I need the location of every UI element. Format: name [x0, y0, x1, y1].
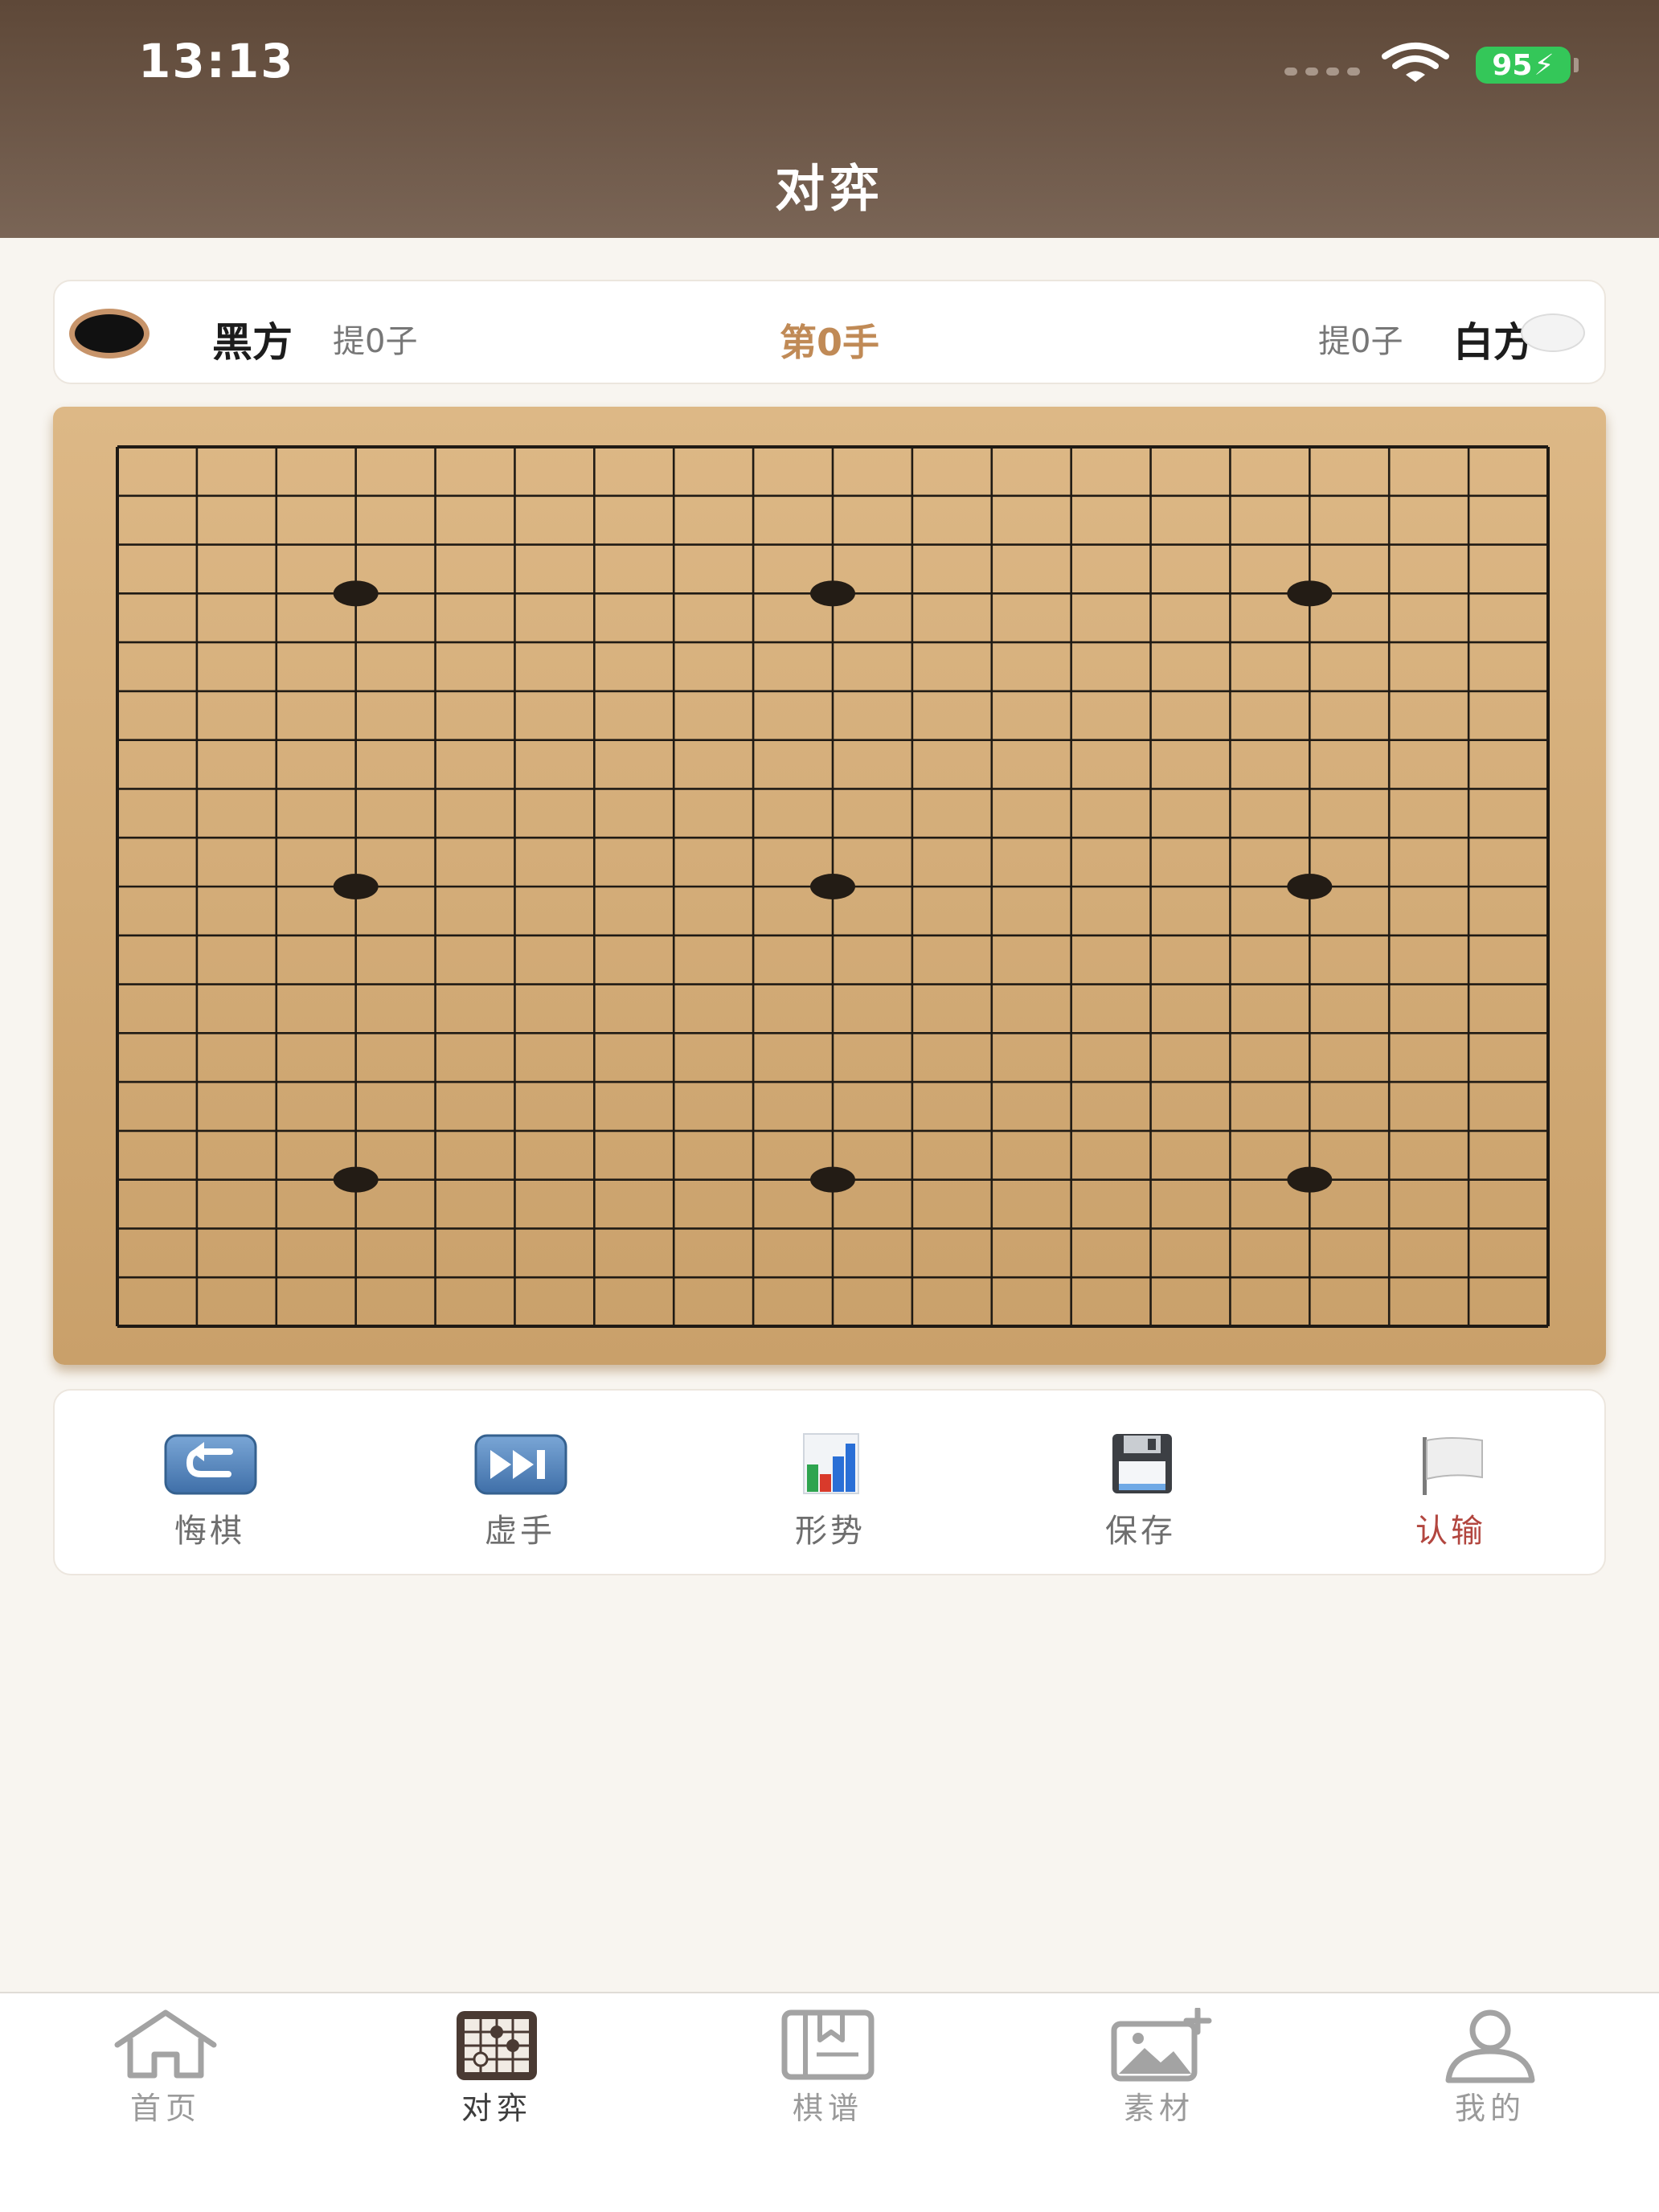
- page-title: 对弈: [774, 159, 884, 218]
- user-icon: [1445, 2009, 1535, 2083]
- situation-button[interactable]: 形势: [675, 1391, 985, 1577]
- wifi-icon: [1382, 43, 1449, 82]
- tab-materials-label: 素材: [1123, 2091, 1194, 2126]
- action-toolbar: 悔棋 虚手 形势 保存 认输: [53, 1389, 1606, 1575]
- white-captured-count: 提0子: [1318, 323, 1403, 360]
- status-time: 13:13: [138, 34, 295, 88]
- resign-label: 认输: [1415, 1513, 1486, 1550]
- save-button[interactable]: 保存: [985, 1391, 1296, 1577]
- battery-tip: [1574, 58, 1579, 72]
- star-point: [333, 1166, 379, 1193]
- undo-button[interactable]: 悔棋: [55, 1391, 365, 1577]
- cellular-signal-icon: [1284, 68, 1360, 76]
- bottom-tab-bar: 首页 对弈 棋谱 素材 我的: [0, 1992, 1659, 2212]
- undo-label: 悔棋: [174, 1513, 245, 1550]
- tab-home[interactable]: 首页: [0, 1993, 331, 2154]
- situation-label: 形势: [795, 1513, 866, 1550]
- tab-home-label: 首页: [129, 2091, 201, 2126]
- tab-records[interactable]: 棋谱: [662, 1993, 993, 2154]
- tab-play[interactable]: 对弈: [331, 1993, 662, 2154]
- go-board[interactable]: [53, 407, 1606, 1365]
- player-bar: 黑方 提0子 第0手 提0子 白方: [53, 280, 1606, 384]
- go-board-icon: [457, 2011, 537, 2080]
- battery-indicator: 95 ⚡: [1476, 47, 1571, 84]
- pass-button[interactable]: 虚手: [365, 1391, 675, 1577]
- game-record-icon: [781, 2009, 875, 2080]
- white-player-label: 白方: [1453, 319, 1534, 366]
- star-point: [1287, 580, 1333, 607]
- star-point: [333, 874, 379, 899]
- battery-level: 95: [1492, 48, 1533, 82]
- star-point: [810, 874, 855, 899]
- bar-chart-icon: [803, 1433, 859, 1494]
- save-label: 保存: [1105, 1513, 1176, 1550]
- star-point: [810, 580, 855, 607]
- resign-button[interactable]: 认输: [1296, 1391, 1606, 1577]
- home-icon: [114, 2009, 217, 2079]
- star-point: [1287, 1166, 1333, 1193]
- star-point: [333, 580, 379, 607]
- board-grid[interactable]: [53, 407, 1606, 1365]
- tab-records-label: 棋谱: [792, 2091, 863, 2126]
- white-flag-icon: [1423, 1437, 1483, 1495]
- fast-forward-icon: [474, 1434, 567, 1495]
- floppy-disk-icon: [1112, 1434, 1172, 1493]
- star-point: [1287, 874, 1333, 899]
- image-add-icon: [1111, 2008, 1212, 2082]
- white-stone-icon: [1521, 313, 1585, 352]
- tab-profile-label: 我的: [1454, 2091, 1526, 2126]
- star-point: [810, 1166, 855, 1193]
- tab-play-label: 对弈: [461, 2091, 532, 2126]
- header: 13:13 95 ⚡ 对弈: [0, 0, 1659, 238]
- pass-label: 虚手: [485, 1513, 555, 1550]
- charging-bolt-icon: ⚡: [1534, 48, 1555, 82]
- tab-profile[interactable]: 我的: [1325, 1993, 1656, 2154]
- undo-icon: [164, 1434, 257, 1495]
- tab-materials[interactable]: 素材: [993, 1993, 1325, 2154]
